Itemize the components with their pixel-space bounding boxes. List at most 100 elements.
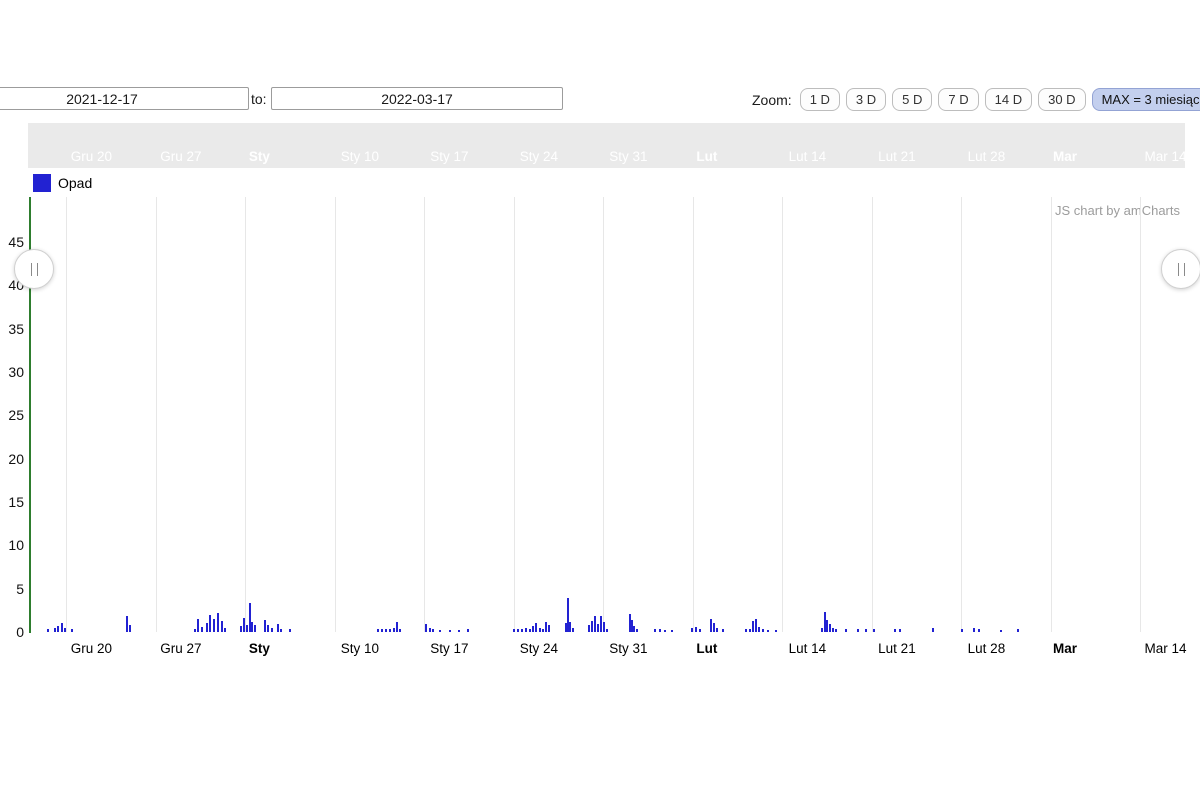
zoom-button-5d[interactable]: 5 D — [892, 88, 932, 111]
zoom-controls: Zoom: 1 D 3 D 5 D 7 D 14 D 30 D MAX = 3 … — [752, 88, 1200, 111]
scrollbar-date-label: Mar — [1053, 149, 1077, 164]
precipitation-bar — [826, 620, 828, 632]
amcharts-credit[interactable]: JS chart by amCharts — [1055, 203, 1180, 218]
legend-marker-opad — [33, 174, 51, 192]
drag-grip-icon — [31, 263, 38, 276]
y-axis-label: 5 — [0, 581, 24, 597]
precipitation-bar — [873, 629, 875, 632]
precipitation-bar — [545, 622, 547, 632]
precipitation-bar — [633, 626, 635, 632]
scrollbar-date-label: Lut — [696, 149, 717, 164]
gridline — [1140, 197, 1141, 632]
precipitation-bar — [240, 626, 242, 632]
chart-legend[interactable]: Opad — [33, 174, 92, 192]
precipitation-bar — [722, 629, 724, 632]
y-axis-label: 15 — [0, 494, 24, 510]
zoom-button-3d[interactable]: 3 D — [846, 88, 886, 111]
scrollbar-date-label: Sty 17 — [430, 149, 468, 164]
scrollbar-right-handle[interactable] — [1161, 249, 1200, 289]
precipitation-bar — [61, 623, 63, 632]
precipitation-bar — [775, 630, 777, 632]
y-axis-label: 35 — [0, 321, 24, 337]
precipitation-bar — [758, 627, 760, 632]
chart-scrollbar[interactable]: Gru 20Gru 27StySty 10Sty 17Sty 24Sty 31L… — [0, 123, 1200, 168]
y-axis-label: 30 — [0, 364, 24, 380]
scrollbar-track[interactable]: Gru 20Gru 27StySty 10Sty 17Sty 24Sty 31L… — [28, 123, 1185, 168]
precipitation-bar — [978, 629, 980, 632]
zoom-button-7d[interactable]: 7 D — [938, 88, 978, 111]
precipitation-bar — [606, 629, 608, 632]
gridline — [603, 197, 604, 632]
gridline — [1051, 197, 1052, 632]
drag-grip-icon — [1178, 263, 1185, 276]
precipitation-bar — [221, 621, 223, 632]
gridline — [872, 197, 873, 632]
precipitation-bar — [659, 629, 661, 632]
precipitation-bar — [821, 628, 823, 632]
precipitation-bar — [425, 624, 427, 632]
scrollbar-date-label: Lut 28 — [968, 149, 1006, 164]
y-axis-label: 0 — [0, 624, 24, 640]
precipitation-bar — [755, 619, 757, 632]
gridline — [66, 197, 67, 632]
precipitation-bar — [449, 630, 451, 632]
gridline — [245, 197, 246, 632]
precipitation-bar — [267, 625, 269, 632]
zoom-button-14d[interactable]: 14 D — [985, 88, 1032, 111]
precipitation-bar — [209, 615, 211, 632]
precipitation-bar — [206, 623, 208, 632]
scrollbar-date-label: Sty — [249, 149, 270, 164]
precipitation-bar — [71, 629, 73, 632]
precipitation-bar — [597, 624, 599, 632]
precipitation-bar — [385, 629, 387, 632]
scrollbar-date-label: Sty 24 — [520, 149, 558, 164]
precipitation-bar — [513, 629, 515, 632]
precipitation-bar — [600, 616, 602, 632]
precipitation-bar — [197, 619, 199, 632]
x-axis-label: Lut — [696, 641, 717, 656]
x-axis-label: Sty — [249, 641, 270, 656]
precipitation-bar — [654, 629, 656, 632]
precipitation-bar — [973, 628, 975, 632]
x-axis-label: Sty 31 — [609, 641, 647, 656]
precipitation-bar — [525, 628, 527, 632]
precipitation-bar — [594, 616, 596, 632]
precipitation-bar — [588, 625, 590, 632]
precipitation-bar — [439, 630, 441, 632]
scrollbar-date-label: Sty 10 — [341, 149, 379, 164]
date-from-input[interactable] — [0, 87, 249, 110]
precipitation-bar — [699, 629, 701, 632]
precipitation-bar — [280, 629, 282, 632]
zoom-button-1d[interactable]: 1 D — [800, 88, 840, 111]
scrollbar-date-label: Gru 20 — [71, 149, 112, 164]
precipitation-bar — [1000, 630, 1002, 632]
precipitation-bar — [64, 628, 66, 632]
precipitation-bar — [932, 628, 934, 632]
precipitation-bar — [535, 623, 537, 632]
precipitation-bar — [396, 622, 398, 632]
precipitation-bar — [832, 628, 834, 632]
x-axis-label: Mar 14 — [1144, 641, 1186, 656]
precipitation-bar — [716, 628, 718, 632]
gridline — [335, 197, 336, 632]
precipitation-bar — [521, 629, 523, 632]
date-to-input[interactable] — [271, 87, 563, 110]
scrollbar-date-label: Mar 14 — [1144, 149, 1186, 164]
zoom-button-max[interactable]: MAX = 3 miesiące — [1092, 88, 1200, 111]
precipitation-bar — [603, 622, 605, 632]
scrollbar-date-label: Lut 21 — [878, 149, 916, 164]
x-axis-label: Sty 17 — [430, 641, 468, 656]
precipitation-bar — [224, 628, 226, 632]
y-axis-label: 25 — [0, 407, 24, 423]
precipitation-bar — [835, 629, 837, 632]
zoom-button-30d[interactable]: 30 D — [1038, 88, 1085, 111]
precipitation-bar — [713, 623, 715, 632]
gridline — [961, 197, 962, 632]
x-axis-label: Gru 27 — [160, 641, 201, 656]
precipitation-bar — [961, 629, 963, 632]
precipitation-bar — [201, 627, 203, 632]
legend-label-opad: Opad — [58, 175, 92, 191]
precipitation-bar — [767, 630, 769, 632]
precipitation-bar — [899, 629, 901, 632]
scrollbar-left-handle[interactable] — [14, 249, 54, 289]
